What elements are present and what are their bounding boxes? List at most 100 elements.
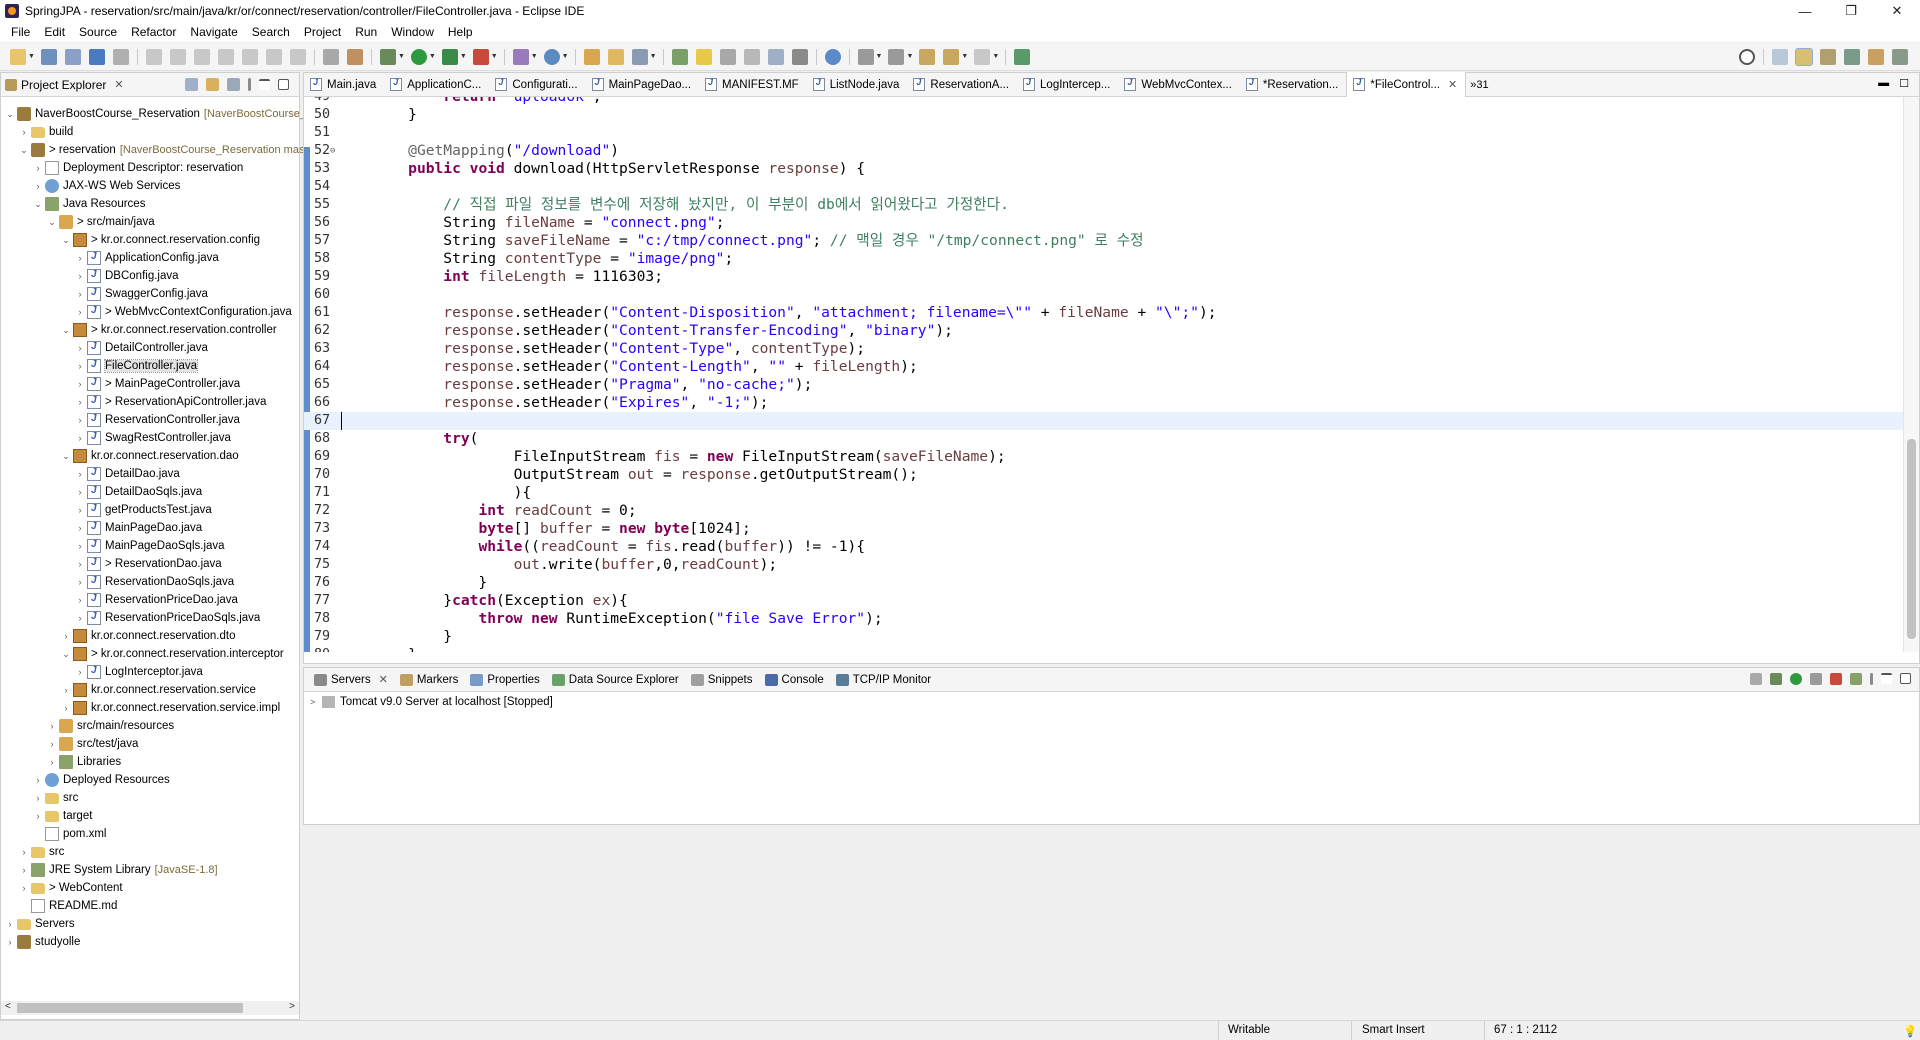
- collapse-icon[interactable]: [1750, 673, 1762, 685]
- forward-icon[interactable]: [974, 48, 991, 65]
- start-server-icon[interactable]: [1790, 673, 1802, 685]
- link-with-editor-icon[interactable]: [206, 78, 219, 91]
- expand-arrow-icon[interactable]: ›: [47, 757, 57, 767]
- previous-annotation-icon[interactable]: [888, 48, 905, 65]
- expand-arrow-icon[interactable]: ›: [33, 811, 43, 821]
- run-icon[interactable]: [410, 48, 427, 65]
- close-window-button[interactable]: ✕: [1874, 0, 1920, 22]
- menu-search[interactable]: Search: [245, 25, 297, 39]
- code-line[interactable]: 60: [304, 286, 1919, 304]
- browser-icon[interactable]: [824, 48, 841, 65]
- code-line[interactable]: 80 }: [304, 646, 1919, 652]
- step-return-icon[interactable]: [289, 48, 306, 65]
- block-select-icon[interactable]: [743, 48, 760, 65]
- tree-node[interactable]: README.md: [19, 897, 117, 915]
- scroll-thumb[interactable]: [17, 1003, 243, 1013]
- view-menu-icon[interactable]: [1870, 673, 1873, 685]
- code-line[interactable]: 52 ⊖ @GetMapping("/download"): [304, 142, 1919, 160]
- close-icon[interactable]: ✕: [379, 673, 388, 686]
- collapse-arrow-icon[interactable]: ⌄: [61, 325, 71, 336]
- last-edit-icon[interactable]: [919, 48, 936, 65]
- expand-arrow-icon[interactable]: ›: [75, 613, 85, 623]
- collapse-arrow-icon[interactable]: ⌄: [61, 649, 71, 660]
- tree-node[interactable]: › > WebContent: [19, 879, 123, 897]
- tree-node[interactable]: › SwaggerConfig.java: [75, 285, 208, 303]
- menu-edit[interactable]: Edit: [37, 25, 72, 39]
- expand-arrow-icon[interactable]: ›: [61, 703, 71, 713]
- expand-arrow-icon[interactable]: ›: [61, 685, 71, 695]
- tree-node[interactable]: ⌄ kr.or.connect.reservation.dao: [61, 447, 239, 465]
- scroll-right-icon[interactable]: >: [289, 1001, 295, 1012]
- expand-arrow-icon[interactable]: ›: [75, 415, 85, 425]
- maximize-view-icon[interactable]: [1900, 673, 1911, 684]
- profile-server-icon[interactable]: [1810, 673, 1822, 685]
- editor-tab[interactable]: LogIntercep...: [1017, 73, 1118, 97]
- next-annotation-icon[interactable]: [857, 48, 874, 65]
- tree-node[interactable]: › src: [33, 789, 79, 807]
- close-icon[interactable]: ✕: [114, 78, 123, 91]
- code-area[interactable]: 49 return "uploadok";50 }5152⊖ @GetMappi…: [304, 97, 1919, 652]
- bottom-view-tab[interactable]: Snippets: [685, 673, 759, 686]
- code-line[interactable]: 71 ){: [304, 484, 1919, 502]
- resume-icon[interactable]: [145, 48, 162, 65]
- code-line[interactable]: 73 byte[] buffer = new byte[1024];: [304, 520, 1919, 538]
- tree-node[interactable]: ⌄ > kr.or.connect.reservation.interceptor: [61, 645, 284, 663]
- code-line[interactable]: 77 }catch(Exception ex){: [304, 592, 1919, 610]
- show-whitespace-icon[interactable]: [767, 48, 784, 65]
- expand-arrow-icon[interactable]: ›: [33, 181, 43, 191]
- spring-perspective-icon[interactable]: [1892, 48, 1908, 65]
- tree-node[interactable]: › FileController.java: [75, 357, 199, 375]
- code-line[interactable]: 55 // 직접 파일 정보를 변수에 저장해 놨지만, 이 부분이 db에서 …: [304, 196, 1919, 214]
- server-row[interactable]: > Tomcat v9.0 Server at localhost [Stopp…: [310, 696, 553, 708]
- code-line[interactable]: 79 }: [304, 628, 1919, 646]
- close-tab-icon[interactable]: ✕: [1448, 78, 1457, 91]
- external-tools-icon[interactable]: [472, 48, 489, 65]
- maximize-button[interactable]: ❐: [1828, 0, 1874, 22]
- tree-node[interactable]: › ReservationPriceDao.java: [75, 591, 238, 609]
- expand-arrow-icon[interactable]: ›: [75, 523, 85, 533]
- menu-navigate[interactable]: Navigate: [183, 25, 244, 39]
- save-all-icon[interactable]: [64, 48, 81, 65]
- editor-tab[interactable]: Configurati...: [489, 73, 585, 97]
- bottom-view-tab[interactable]: Servers ✕: [308, 673, 394, 686]
- expand-arrow-icon[interactable]: ›: [75, 397, 85, 407]
- editor-vertical-scrollbar[interactable]: [1903, 97, 1919, 652]
- expand-arrow-icon[interactable]: ›: [47, 721, 57, 731]
- open-console-icon[interactable]: [88, 48, 105, 65]
- publish-icon[interactable]: [1850, 673, 1862, 685]
- menu-help[interactable]: Help: [441, 25, 480, 39]
- tree-node[interactable]: › kr.or.connect.reservation.service.impl: [61, 699, 280, 717]
- expand-arrow-icon[interactable]: ›: [33, 793, 43, 803]
- expand-arrow-icon[interactable]: ›: [75, 361, 85, 371]
- editor-tab[interactable]: ApplicationC...: [384, 73, 489, 97]
- code-line[interactable]: 65 response.setHeader("Pragma", "no-cach…: [304, 376, 1919, 394]
- bottom-view-tab[interactable]: Data Source Explorer: [546, 673, 685, 686]
- minimize-view-icon[interactable]: [1881, 673, 1892, 684]
- tree-node[interactable]: › Deployed Resources: [33, 771, 170, 789]
- expand-arrow-icon[interactable]: ›: [5, 919, 15, 929]
- tree-node[interactable]: › JAX-WS Web Services: [33, 177, 180, 195]
- code-line[interactable]: 72 int readCount = 0;: [304, 502, 1919, 520]
- tree-node[interactable]: ⌄ NaverBoostCourse_Reservation [NaverBoost…: [5, 105, 347, 123]
- debug-icon[interactable]: [379, 48, 396, 65]
- tree-node[interactable]: › ReservationDaoSqls.java: [75, 573, 234, 591]
- expand-arrow-icon[interactable]: ›: [75, 559, 85, 569]
- highlight-icon[interactable]: [695, 48, 712, 65]
- collapse-arrow-icon[interactable]: ⌄: [5, 109, 15, 120]
- tree-node[interactable]: › DetailDao.java: [75, 465, 180, 483]
- code-line[interactable]: 64 response.setHeader("Content-Length", …: [304, 358, 1919, 376]
- code-line[interactable]: 49 return "uploadok";: [304, 97, 1919, 106]
- scroll-left-icon[interactable]: <: [5, 1001, 11, 1012]
- pin-editor-icon[interactable]: [1014, 48, 1031, 65]
- tree-node[interactable]: › ReservationController.java: [75, 411, 240, 429]
- collapse-arrow-icon[interactable]: ⌄: [47, 217, 57, 228]
- scroll-thumb[interactable]: [1907, 439, 1916, 639]
- expand-arrow-icon[interactable]: ›: [75, 343, 85, 353]
- tree-node[interactable]: pom.xml: [33, 825, 106, 843]
- tree-node[interactable]: › kr.or.connect.reservation.dto: [61, 627, 235, 645]
- java-ee-perspective-icon[interactable]: [1795, 47, 1813, 66]
- terminate-icon[interactable]: [193, 48, 210, 65]
- code-line[interactable]: 78 throw new RuntimeException("file Save…: [304, 610, 1919, 628]
- bottom-view-tab[interactable]: TCP/IP Monitor: [830, 673, 937, 686]
- tree-node[interactable]: › DetailDaoSqls.java: [75, 483, 202, 501]
